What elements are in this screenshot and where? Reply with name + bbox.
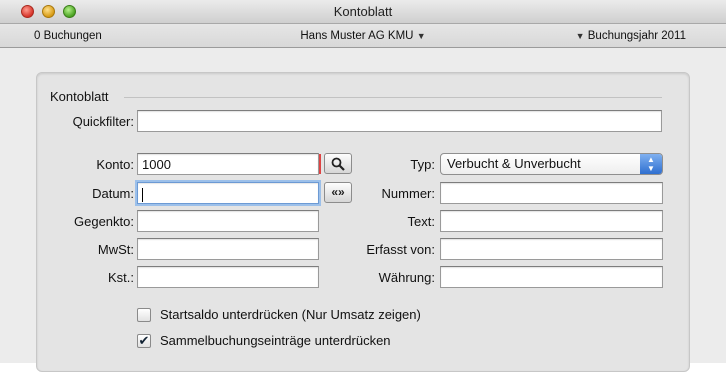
gegenkto-input[interactable] [137,210,319,232]
window-title: Kontoblatt [333,4,393,19]
chevron-down-icon: ▼ [575,31,585,41]
section-divider [124,97,662,98]
checkmark-icon: ✔ [138,333,150,348]
konto-input[interactable]: 1000 [137,153,319,175]
erfasst-von-input[interactable] [440,238,663,260]
kontoblatt-window: Kontoblatt 0 Buchungen Hans Muster AG KM… [0,0,726,372]
up-down-arrows-icon: ▲ ▼ [640,154,662,174]
gegenkto-label: Gegenkto: [74,214,134,229]
chevron-down-icon: ▼ [416,31,426,41]
year-selector[interactable]: ▼ Buchungsjahr 2011 [576,30,686,42]
datum-input[interactable] [137,182,319,204]
typ-select[interactable]: Verbucht & Unverbucht ▲ ▼ [440,153,663,175]
text-caret [142,187,143,202]
startsaldo-checkbox-label[interactable]: Startsaldo unterdrücken (Nur Umsatz zeig… [160,307,421,322]
text-label: Text: [407,214,435,229]
waehrung-label: Währung: [378,270,435,285]
company-name: Hans Muster AG KMU [300,30,414,42]
required-marker [319,154,321,174]
typ-selected-value: Verbucht & Unverbucht [447,156,581,171]
quickfilter-input[interactable] [137,110,662,132]
nummer-label: Nummer: [381,186,435,201]
sammelbuchung-checkbox[interactable]: ✔ [137,334,151,348]
datum-label: Datum: [92,186,134,201]
kst-label: Kst.: [107,270,134,285]
sammelbuchung-checkbox-label[interactable]: Sammelbuchungseinträge unterdrücken [160,333,391,348]
title-bar[interactable]: Kontoblatt [0,0,726,24]
mwst-input[interactable] [137,238,319,260]
typ-label: Typ: [410,157,435,172]
kst-input[interactable] [137,266,319,288]
konto-label: Konto: [96,157,134,172]
info-bar: 0 Buchungen Hans Muster AG KMU ▼ ▼ Buchu… [0,24,726,48]
text-input[interactable] [440,210,663,232]
fiscal-year: Buchungsjahr 2011 [587,30,686,42]
section-title: Kontoblatt [50,89,109,104]
erfasst-von-label: Erfasst von: [366,242,435,257]
waehrung-input[interactable] [440,266,663,288]
quickfilter-label: Quickfilter: [72,114,134,129]
startsaldo-checkbox[interactable] [137,308,151,322]
mwst-label: MwSt: [97,242,134,257]
nummer-input[interactable] [440,182,663,204]
